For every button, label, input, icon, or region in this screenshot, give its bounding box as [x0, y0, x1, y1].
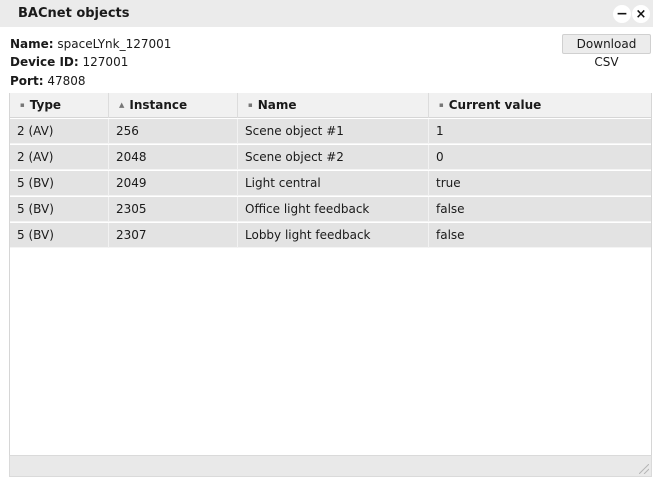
column-header-current-value[interactable]: ▪ Current value: [429, 93, 651, 118]
minimize-button[interactable]: −: [613, 5, 631, 23]
device-id-label: Device ID:: [10, 55, 79, 69]
cell-instance: 256: [109, 119, 238, 144]
column-header-type[interactable]: ▪ Type: [10, 93, 109, 118]
resize-grip-icon[interactable]: [639, 464, 649, 474]
cell-type: 5 (BV): [10, 171, 109, 196]
sort-neutral-icon: ▪: [248, 101, 253, 109]
sort-neutral-icon: ▪: [439, 101, 444, 109]
table-row[interactable]: 5 (BV) 2305 Office light feedback false: [10, 197, 651, 222]
cell-type: 2 (AV): [10, 145, 109, 170]
cell-name: Light central: [238, 171, 429, 196]
cell-type: 5 (BV): [10, 223, 109, 248]
device-name-value: spaceLYnk_127001: [57, 37, 172, 51]
cell-name: Scene object #2: [238, 145, 429, 170]
cell-instance: 2048: [109, 145, 238, 170]
objects-table: ▪ Type ▲ Instance ▪ Name ▪ Current value 2 (…: [9, 93, 652, 455]
status-bar: [9, 455, 652, 477]
window-title: BACnet objects: [18, 6, 130, 21]
column-header-label: Instance: [129, 98, 188, 112]
window-titlebar[interactable]: BACnet objects − ×: [0, 0, 653, 27]
table-row[interactable]: 2 (AV) 256 Scene object #1 1: [10, 119, 651, 144]
column-header-label: Name: [257, 98, 297, 112]
cell-instance: 2049: [109, 171, 238, 196]
cell-current-value: 1: [436, 124, 444, 138]
port-value: 47808: [47, 74, 86, 88]
close-icon: ×: [635, 6, 647, 22]
column-header-name[interactable]: ▪ Name: [238, 93, 429, 118]
column-header-label: Type: [29, 98, 62, 112]
cell-current-value: true: [436, 176, 461, 190]
device-name-label: Name:: [10, 37, 54, 51]
cell-current-value: 0: [436, 150, 444, 164]
close-button[interactable]: ×: [632, 5, 650, 23]
sort-neutral-icon: ▪: [20, 101, 25, 109]
cell-current-value: false: [436, 228, 465, 242]
cell-instance: 2305: [109, 197, 238, 222]
port-info: Port: 47808: [10, 73, 86, 89]
device-id-info: Device ID: 127001: [10, 54, 128, 70]
device-id-value: 127001: [82, 55, 129, 69]
table-row[interactable]: 5 (BV) 2307 Lobby light feedback false: [10, 223, 651, 248]
column-header-label: Current value: [448, 98, 542, 112]
port-label: Port:: [10, 74, 44, 88]
cell-type: 2 (AV): [10, 119, 109, 144]
sort-ascending-icon: ▲: [119, 101, 125, 109]
cell-type: 5 (BV): [10, 197, 109, 222]
minimize-icon: −: [616, 6, 628, 22]
cell-instance: 2307: [109, 223, 238, 248]
bacnet-objects-window: BACnet objects − × Name: spaceLYnk_12700…: [0, 0, 653, 481]
table-row[interactable]: 2 (AV) 2048 Scene object #2 0: [10, 145, 651, 170]
table-header: ▪ Type ▲ Instance ▪ Name ▪ Current value: [10, 93, 651, 118]
cell-current-value: false: [436, 202, 465, 216]
cell-name: Office light feedback: [238, 197, 429, 222]
cell-name: Lobby light feedback: [238, 223, 429, 248]
column-header-instance[interactable]: ▲ Instance: [109, 93, 238, 118]
download-csv-button[interactable]: Download CSV: [562, 34, 651, 69]
table-row[interactable]: 5 (BV) 2049 Light central true: [10, 171, 651, 196]
device-name-info: Name: spaceLYnk_127001: [10, 36, 171, 52]
cell-name: Scene object #1: [238, 119, 429, 144]
